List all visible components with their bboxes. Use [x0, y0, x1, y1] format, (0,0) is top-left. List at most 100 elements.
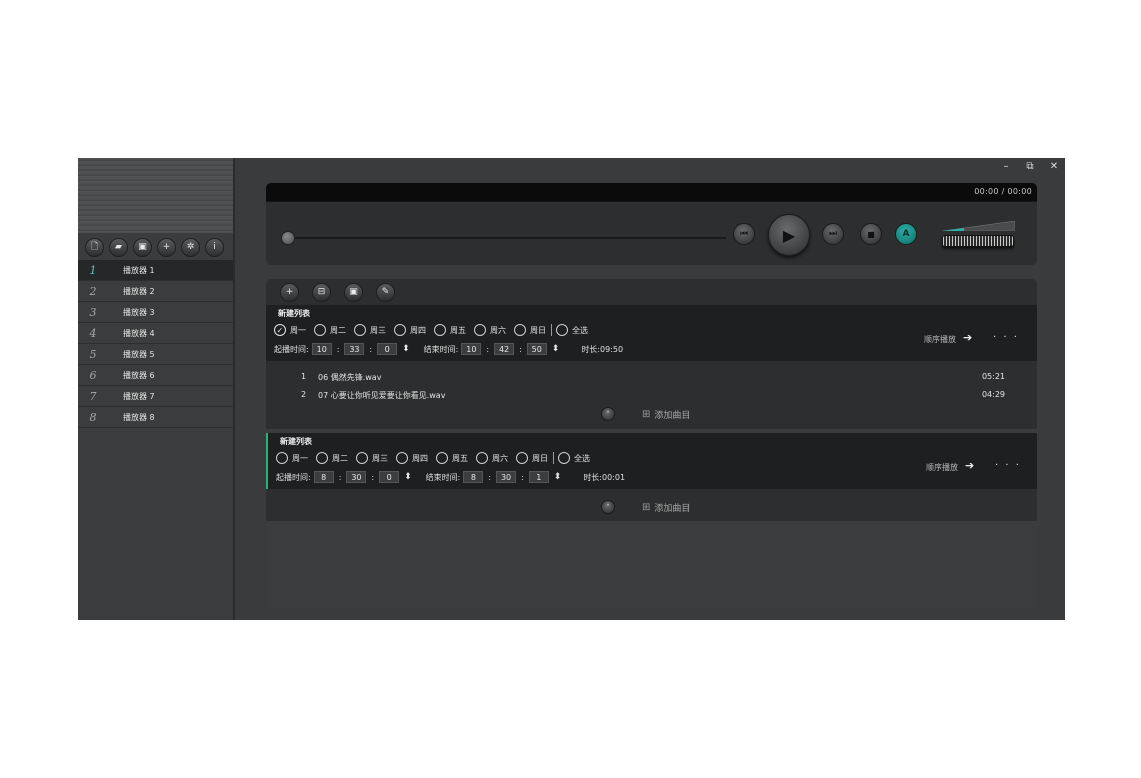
start-hour-field[interactable]: 10 [311, 343, 332, 355]
chevron-up-icon: ˄ [606, 502, 610, 512]
new-file-icon[interactable]: 🗋 [85, 237, 104, 257]
save-list-icon[interactable]: ▣ [344, 282, 363, 302]
volume-knob[interactable] [942, 235, 1014, 247]
start-minute-field[interactable]: 33 [344, 343, 365, 355]
seek-bar[interactable] [286, 237, 726, 239]
start-spinner-icon[interactable]: ⬍ [404, 472, 412, 482]
play-mode-label[interactable]: 顺序播放 [926, 462, 958, 473]
end-minute-field[interactable]: 30 [496, 471, 517, 483]
open-folder-icon[interactable]: ▰ [109, 237, 128, 257]
player-number: 5 [89, 347, 97, 361]
arrow-right-icon[interactable]: ➔ [963, 331, 972, 344]
seek-handle[interactable] [281, 231, 295, 245]
player-item-8[interactable]: 8 播放器 8 [78, 407, 233, 428]
end-hour-field[interactable]: 8 [463, 471, 484, 483]
end-time-label: 结束时间: [423, 344, 459, 354]
player-number: 1 [89, 263, 97, 277]
day-option-sun[interactable]: 周日 [516, 452, 548, 464]
settings-icon[interactable]: ✲ [181, 237, 200, 257]
info-icon[interactable]: i [205, 237, 224, 257]
day-option-mon[interactable]: ✓ 周一 [274, 324, 306, 336]
day-option-fri[interactable]: 周五 [436, 452, 468, 464]
start-spinner-icon[interactable]: ⬍ [402, 344, 410, 354]
end-minute-field[interactable]: 42 [494, 343, 515, 355]
day-option-wed[interactable]: 周三 [356, 452, 388, 464]
day-option-mon[interactable]: 周一 [276, 452, 308, 464]
track-duration: 05:21 [981, 372, 1005, 381]
time-colon: : [486, 344, 490, 354]
end-hour-field[interactable]: 10 [461, 343, 482, 355]
arrow-right-icon[interactable]: ➔ [965, 459, 974, 472]
add-track-button[interactable]: ⊞ 添加曲目 [642, 501, 690, 514]
player-item-3[interactable]: 3 播放器 3 [78, 302, 233, 323]
auto-mode-label: A [902, 229, 910, 239]
day-label: 周日 [530, 325, 546, 335]
day-option-thu[interactable]: 周四 [394, 324, 426, 336]
player-number: 6 [89, 368, 97, 382]
start-time-label: 起播时间: [274, 344, 309, 354]
next-track-button[interactable]: ⏭ [822, 223, 844, 245]
start-second-field[interactable]: 0 [379, 471, 400, 483]
day-label: 周三 [372, 453, 388, 463]
collapse-button[interactable]: ˄ [601, 500, 615, 514]
day-option-sun[interactable]: 周日 [514, 324, 546, 336]
sidebar: 🗋 ▰ ▣ + ✲ i 1 播放器 1 2 播放器 2 3 播放器 3 4 播放器 4 … [78, 158, 235, 620]
play-button[interactable]: ▶ [768, 214, 810, 256]
auto-mode-button[interactable]: A [895, 223, 917, 245]
end-second-field[interactable]: 1 [528, 471, 549, 483]
player-number: 2 [89, 284, 97, 298]
day-option-wed[interactable]: 周三 [354, 324, 386, 336]
day-option-sat[interactable]: 周六 [474, 324, 506, 336]
radio-icon [556, 324, 568, 336]
player-item-7[interactable]: 7 播放器 7 [78, 386, 233, 407]
more-options-icon[interactable]: · · · [993, 332, 1019, 343]
minimize-button[interactable]: – [1001, 161, 1011, 172]
player-label: 播放器 1 [123, 265, 155, 275]
import-icon[interactable]: ⊟ [312, 282, 331, 302]
radio-icon [474, 324, 486, 336]
playlist-block-1: 新建列表 ✓ 周一 周二 周三 周四 周五 周六 周日 全选 起播时间: 10: … [266, 305, 1037, 429]
player-item-6[interactable]: 6 播放器 6 [78, 365, 233, 386]
player-item-4[interactable]: 4 播放器 4 [78, 323, 233, 344]
end-spinner-icon[interactable]: ⬍ [554, 472, 562, 482]
start-hour-field[interactable]: 8 [313, 471, 334, 483]
player-item-2[interactable]: 2 播放器 2 [78, 281, 233, 302]
close-button[interactable]: ✕ [1049, 161, 1059, 172]
day-option-thu[interactable]: 周四 [396, 452, 428, 464]
restore-button[interactable]: ⧉ [1025, 161, 1035, 172]
player-item-5[interactable]: 5 播放器 5 [78, 344, 233, 365]
playlist-title: 新建列表 [280, 437, 312, 446]
day-option-tue[interactable]: 周二 [314, 324, 346, 336]
time-readout: 00:00 / 00:00 [974, 187, 1032, 196]
start-second-field[interactable]: 0 [377, 343, 398, 355]
add-list-icon[interactable]: + [280, 282, 299, 302]
track-row[interactable]: 2 07 心要让你听见爱要让你看见.wav 04:29 [266, 385, 1037, 403]
radio-icon [514, 324, 526, 336]
day-option-tue[interactable]: 周二 [316, 452, 348, 464]
add-track-icon: ⊞ [642, 409, 651, 420]
add-track-button[interactable]: ⊞ 添加曲目 [642, 408, 690, 421]
time-colon: : [369, 344, 373, 354]
day-label: 周一 [290, 325, 306, 335]
select-all-option[interactable]: 全选 [556, 324, 588, 336]
track-duration: 04:29 [981, 390, 1005, 399]
day-option-sat[interactable]: 周六 [476, 452, 508, 464]
collapse-button[interactable]: ˄ [601, 407, 615, 421]
save-icon[interactable]: ▣ [133, 237, 152, 257]
play-mode-label[interactable]: 顺序播放 [924, 334, 956, 345]
player-item-1[interactable]: 1 播放器 1 [78, 260, 233, 281]
more-options-icon[interactable]: · · · [995, 460, 1021, 471]
track-index: 2 [301, 390, 307, 399]
end-spinner-icon[interactable]: ⬍ [552, 344, 560, 354]
start-minute-field[interactable]: 30 [346, 471, 367, 483]
stop-button[interactable]: ■ [860, 223, 882, 245]
previous-track-button[interactable]: ⏮ [733, 223, 755, 245]
track-row[interactable]: 1 06 偶然先锋.wav 05:21 [266, 367, 1037, 385]
add-track-label: 添加曲目 [654, 411, 691, 421]
select-all-option[interactable]: 全选 [558, 452, 590, 464]
day-label: 周二 [330, 325, 346, 335]
end-second-field[interactable]: 50 [526, 343, 547, 355]
day-option-fri[interactable]: 周五 [434, 324, 466, 336]
add-icon[interactable]: + [157, 237, 176, 257]
edit-icon[interactable]: ✎ [376, 282, 395, 302]
